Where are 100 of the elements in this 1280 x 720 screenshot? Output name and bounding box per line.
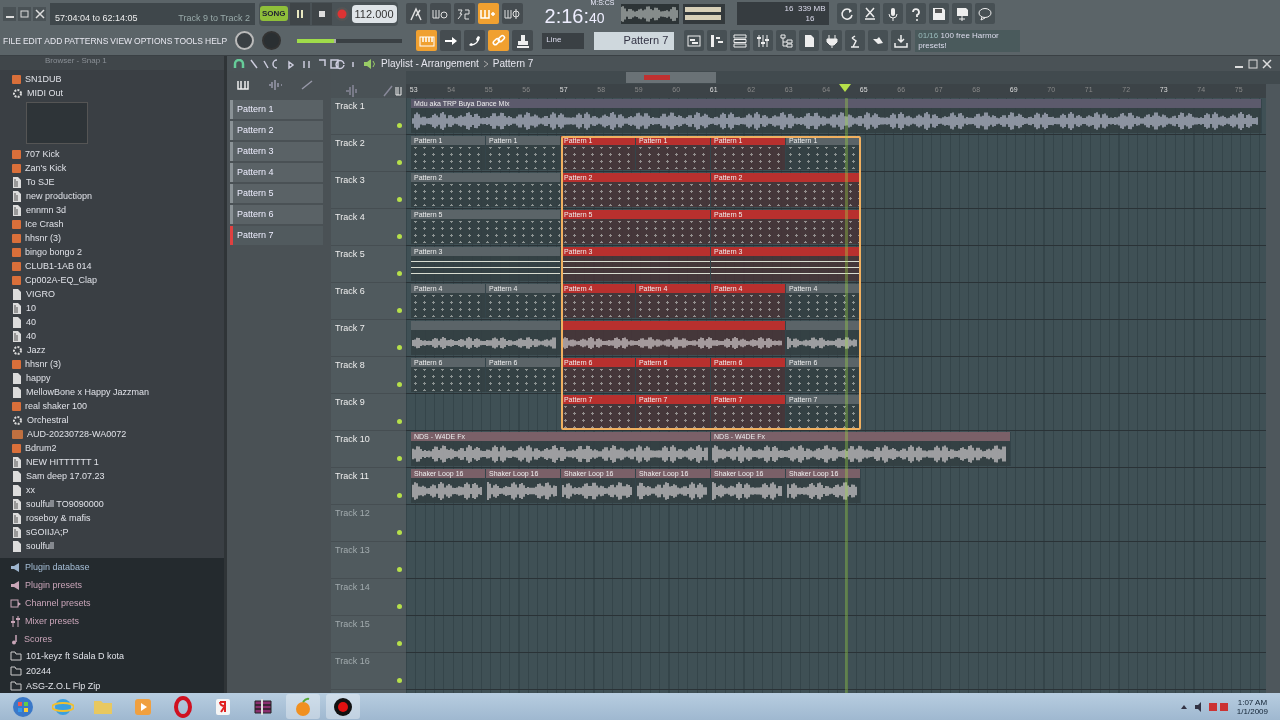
- scroll-thumb[interactable]: [626, 72, 716, 83]
- loop-toggle-icon[interactable]: [501, 3, 523, 24]
- master-pitch-knob[interactable]: [262, 31, 282, 50]
- track-name[interactable]: Track 4: [335, 212, 365, 222]
- browser-item[interactable]: MIDI Out: [27, 88, 63, 98]
- menu-item[interactable]: FILE: [3, 35, 21, 46]
- menu-item[interactable]: PATTERNS: [64, 35, 109, 46]
- track-name[interactable]: Track 14: [335, 582, 370, 592]
- export-icon[interactable]: [951, 3, 972, 24]
- browser-item[interactable]: xx: [26, 485, 35, 495]
- snap-dropdown[interactable]: Line: [542, 32, 585, 49]
- track-name[interactable]: Track 6: [335, 286, 365, 296]
- track-name[interactable]: Track 7: [335, 323, 365, 333]
- browser-item[interactable]: hhsnr (3): [25, 233, 61, 243]
- track-name[interactable]: Track 2: [335, 138, 365, 148]
- track-enable-led[interactable]: [397, 604, 402, 609]
- browser-section[interactable]: Channel presets: [25, 598, 91, 608]
- beat-markers[interactable]: [786, 321, 862, 330]
- track-enable-led[interactable]: [397, 493, 402, 498]
- metronome-toggle-icon[interactable]: [405, 3, 427, 24]
- piano-icon[interactable]: [236, 79, 249, 90]
- menu-item[interactable]: TOOLS: [174, 35, 204, 46]
- browser-item[interactable]: soulfull: [26, 541, 54, 551]
- arrangement-grid[interactable]: [406, 98, 1266, 693]
- step-toggle-icon[interactable]: [477, 3, 499, 24]
- overview-scrollbar[interactable]: [406, 71, 1280, 84]
- keyboard-icon[interactable]: [416, 30, 438, 51]
- track-name[interactable]: Track 15: [335, 619, 370, 629]
- playlist-pattern-name[interactable]: Pattern 7: [492, 58, 534, 69]
- waveform-icon[interactable]: [268, 79, 282, 90]
- track-name[interactable]: Track 10: [335, 434, 370, 444]
- playlist-icon[interactable]: [684, 30, 705, 51]
- browser-section[interactable]: 101-keyz ft Sdala D kota: [26, 650, 125, 661]
- microphone-icon[interactable]: [882, 3, 903, 24]
- restore-icon[interactable]: [18, 6, 31, 21]
- track-name[interactable]: Track 9: [335, 397, 365, 407]
- browser-item[interactable]: Ice Crash: [25, 219, 64, 229]
- pattern-item[interactable]: Pattern 7: [230, 226, 323, 245]
- countdown-toggle-icon[interactable]: [453, 3, 475, 24]
- piano-roll-icon[interactable]: [707, 30, 728, 51]
- menu-item[interactable]: VIEW: [110, 35, 133, 46]
- track-enable-led[interactable]: [397, 678, 402, 683]
- menu-item[interactable]: EDIT: [22, 35, 43, 46]
- track-name[interactable]: Track 16: [335, 656, 370, 666]
- pattern-item[interactable]: Pattern 4: [230, 163, 323, 182]
- track-enable-led[interactable]: [397, 530, 402, 535]
- download-icon[interactable]: [891, 30, 912, 51]
- browser-item[interactable]: real shaker 100: [25, 401, 88, 411]
- stamp-icon[interactable]: [512, 30, 534, 51]
- browser-item[interactable]: Orchestral: [27, 415, 69, 425]
- track-enable-led[interactable]: [397, 382, 402, 387]
- help-icon[interactable]: [905, 3, 926, 24]
- phone-icon[interactable]: [464, 30, 486, 51]
- track-enable-led[interactable]: [397, 271, 402, 276]
- browser-item[interactable]: Bdrum2: [25, 443, 57, 453]
- browser-item[interactable]: 707 Kick: [25, 149, 60, 159]
- browser-item[interactable]: ennmn 3d: [26, 205, 67, 215]
- track-enable-led[interactable]: [397, 234, 402, 239]
- close-icon[interactable]: [33, 6, 46, 21]
- browser-section[interactable]: Plugin database: [25, 562, 90, 572]
- track-name[interactable]: Track 3: [335, 175, 365, 185]
- track-name[interactable]: Track 11: [335, 471, 369, 481]
- browser-item[interactable]: bingo bongo 2: [25, 247, 83, 257]
- minimize-icon[interactable]: [3, 6, 16, 21]
- browser-section[interactable]: Mixer presets: [25, 616, 79, 626]
- browser-item[interactable]: 40: [26, 331, 36, 341]
- pattern-item[interactable]: Pattern 3: [230, 142, 323, 161]
- save-icon[interactable]: [928, 3, 949, 24]
- master-slider-track[interactable]: [297, 38, 403, 43]
- browser-item[interactable]: Sam deep 17.07.23: [26, 471, 105, 481]
- browser-item[interactable]: soulfull TO9090000: [26, 499, 104, 509]
- track-enable-led[interactable]: [397, 123, 402, 128]
- link-icon[interactable]: [488, 30, 510, 51]
- track-enable-led[interactable]: [397, 641, 402, 646]
- browser-item[interactable]: MellowBone x Happy Jazzman: [26, 387, 150, 397]
- speaker-icon[interactable]: [363, 57, 377, 70]
- track-enable-led[interactable]: [397, 197, 402, 202]
- track-enable-led[interactable]: [397, 160, 402, 165]
- channel-rack-icon[interactable]: [730, 30, 751, 51]
- close-icon[interactable]: [1262, 58, 1272, 69]
- tray-icons[interactable]: [1178, 700, 1229, 713]
- browser-item[interactable]: sGOIIJA;P: [26, 527, 69, 537]
- track-tools-icons[interactable]: [344, 84, 402, 98]
- track-enable-led[interactable]: [397, 419, 402, 424]
- browser-item[interactable]: CLUB1-1AB 014: [25, 261, 92, 271]
- refresh-icon[interactable]: [836, 3, 857, 24]
- track-name[interactable]: Track 13: [335, 545, 370, 555]
- browser-item[interactable]: 40: [26, 317, 36, 327]
- browser-item[interactable]: VIGRO: [26, 289, 55, 299]
- snap-magnet-icon[interactable]: [233, 58, 245, 69]
- track-enable-led[interactable]: [397, 345, 402, 350]
- browser-item[interactable]: roseboy & mafis: [26, 513, 91, 523]
- browser-item[interactable]: new productiopn: [26, 191, 93, 201]
- browser-section[interactable]: Plugin presets: [25, 580, 83, 590]
- automation-icon[interactable]: [301, 79, 314, 90]
- master-volume-knob[interactable]: [235, 31, 255, 50]
- browser-section[interactable]: Scores: [24, 634, 52, 644]
- cut-icon[interactable]: [859, 3, 880, 24]
- track-enable-led[interactable]: [397, 567, 402, 572]
- track-name[interactable]: Track 1: [335, 101, 365, 111]
